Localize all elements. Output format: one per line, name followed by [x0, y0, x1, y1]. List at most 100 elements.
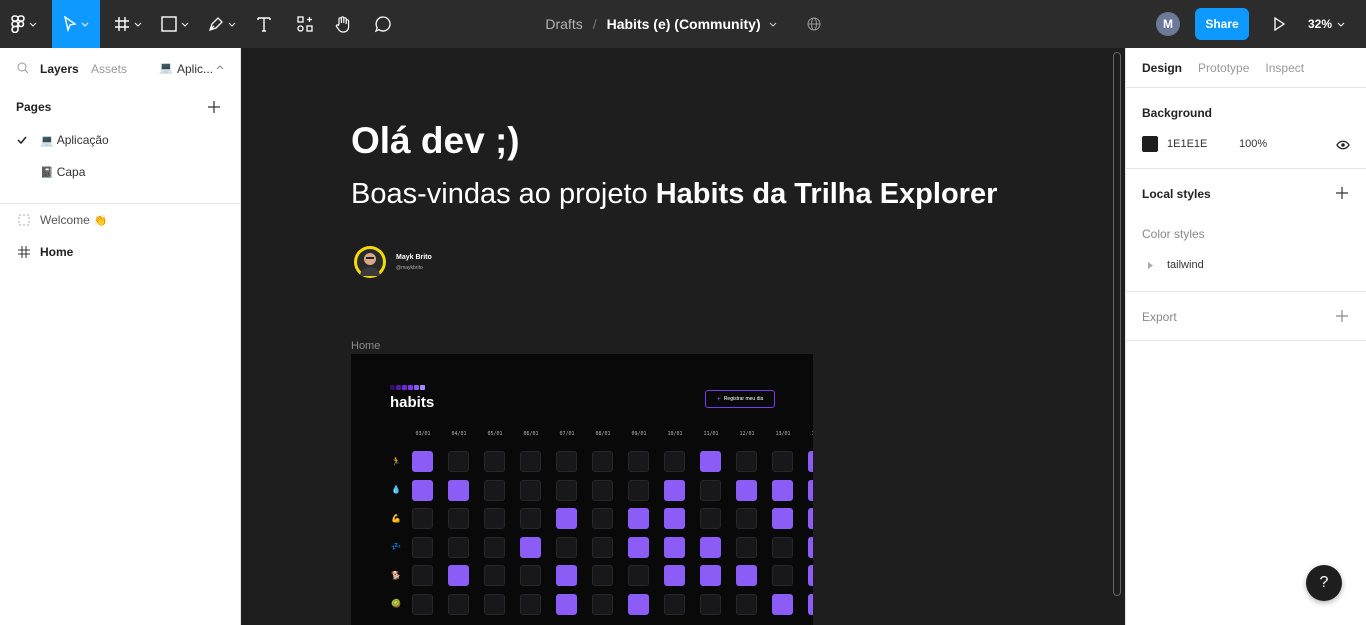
tab-assets[interactable]: Assets: [91, 62, 127, 76]
habit-day-cell[interactable]: [700, 479, 721, 501]
habit-day-cell[interactable]: [520, 508, 541, 529]
caret-right-icon[interactable]: [1148, 262, 1153, 269]
add-style-icon[interactable]: [1335, 186, 1349, 200]
frame-tool-button[interactable]: [108, 0, 148, 48]
habit-day-cell[interactable]: [448, 451, 469, 472]
eye-icon[interactable]: [1336, 140, 1350, 150]
habit-day-cell[interactable]: [412, 508, 433, 529]
habit-day-cell[interactable]: [664, 451, 685, 472]
habit-day-cell[interactable]: [592, 451, 613, 472]
habit-day-cell[interactable]: [448, 479, 469, 501]
habit-day-cell[interactable]: [736, 479, 757, 501]
chevron-up-icon[interactable]: [216, 65, 224, 70]
background-hex[interactable]: 1E1E1E: [1167, 138, 1207, 150]
habit-day-cell[interactable]: [700, 451, 721, 472]
habit-day-cell[interactable]: [700, 536, 721, 558]
habit-day-cell[interactable]: [448, 536, 469, 558]
habit-day-cell[interactable]: [664, 479, 685, 501]
habit-day-cell[interactable]: [736, 593, 757, 615]
habit-day-cell[interactable]: [808, 508, 813, 529]
habit-day-cell[interactable]: [520, 451, 541, 472]
register-day-button[interactable]: + Registrar meu dia: [705, 390, 775, 408]
add-export-icon[interactable]: [1335, 309, 1349, 323]
habit-day-cell[interactable]: [664, 565, 685, 586]
habit-day-cell[interactable]: [592, 479, 613, 501]
page-selector[interactable]: Aplic...: [177, 62, 213, 76]
habit-day-cell[interactable]: [520, 565, 541, 586]
habit-day-cell[interactable]: [772, 593, 793, 615]
habit-day-cell[interactable]: [664, 508, 685, 529]
habit-day-cell[interactable]: [808, 451, 813, 472]
habit-day-cell[interactable]: [736, 536, 757, 558]
habit-day-cell[interactable]: [412, 451, 433, 472]
habit-day-cell[interactable]: [700, 508, 721, 529]
resources-tool-button[interactable]: [288, 0, 322, 48]
shape-tool-button[interactable]: [155, 0, 195, 48]
background-swatch[interactable]: [1142, 136, 1158, 152]
search-icon[interactable]: [17, 62, 29, 74]
habit-day-cell[interactable]: [484, 565, 505, 586]
habit-day-cell[interactable]: [772, 536, 793, 558]
habit-day-cell[interactable]: [772, 508, 793, 529]
habit-day-cell[interactable]: [448, 565, 469, 586]
habit-day-cell[interactable]: [772, 479, 793, 501]
habit-day-cell[interactable]: [484, 508, 505, 529]
breadcrumb-drafts[interactable]: Drafts: [545, 16, 582, 32]
habit-day-cell[interactable]: [592, 536, 613, 558]
home-frame[interactable]: habits + Registrar meu dia 03/01 04/01 05/…: [351, 354, 813, 625]
habit-day-cell[interactable]: [808, 536, 813, 558]
habit-day-cell[interactable]: [520, 479, 541, 501]
habit-day-cell[interactable]: [484, 536, 505, 558]
file-name[interactable]: Habits (e) (Community): [607, 16, 761, 32]
comment-tool-button[interactable]: [366, 0, 400, 48]
habit-day-cell[interactable]: [700, 593, 721, 615]
tab-prototype[interactable]: Prototype: [1198, 61, 1249, 75]
habit-day-cell[interactable]: [484, 479, 505, 501]
text-tool-button[interactable]: [248, 0, 280, 48]
page-item-aplicacao[interactable]: 💻 Aplicação: [0, 124, 240, 156]
tab-design[interactable]: Design: [1142, 61, 1182, 75]
vertical-scrollbar[interactable]: [1113, 52, 1121, 596]
habit-day-cell[interactable]: [556, 451, 577, 472]
habit-day-cell[interactable]: [412, 536, 433, 558]
habit-day-cell[interactable]: [484, 451, 505, 472]
habit-day-cell[interactable]: [736, 565, 757, 586]
habit-day-cell[interactable]: [448, 593, 469, 615]
canvas[interactable]: Olá dev ;) Boas-vindas ao projeto Habits…: [241, 48, 1125, 625]
habit-day-cell[interactable]: [664, 593, 685, 615]
habit-day-cell[interactable]: [412, 565, 433, 586]
habit-day-cell[interactable]: [556, 536, 577, 558]
habit-day-cell[interactable]: [628, 565, 649, 586]
zoom-control[interactable]: 32%: [1308, 0, 1345, 48]
help-button[interactable]: ?: [1306, 565, 1342, 601]
habit-day-cell[interactable]: [808, 479, 813, 501]
habit-day-cell[interactable]: [628, 451, 649, 472]
habit-day-cell[interactable]: [556, 479, 577, 501]
hand-tool-button[interactable]: [326, 0, 360, 48]
share-button[interactable]: Share: [1195, 8, 1249, 40]
habit-day-cell[interactable]: [772, 451, 793, 472]
habit-day-cell[interactable]: [700, 565, 721, 586]
frame-label[interactable]: Home: [351, 340, 380, 352]
habit-day-cell[interactable]: [592, 593, 613, 615]
habit-day-cell[interactable]: [808, 565, 813, 586]
pen-tool-button[interactable]: [200, 0, 244, 48]
habit-day-cell[interactable]: [448, 508, 469, 529]
background-opacity[interactable]: 100%: [1239, 138, 1267, 150]
move-tool-button[interactable]: [52, 0, 100, 48]
habit-day-cell[interactable]: [520, 593, 541, 615]
tab-layers[interactable]: Layers: [40, 62, 79, 76]
habit-day-cell[interactable]: [628, 508, 649, 529]
habit-day-cell[interactable]: [556, 593, 577, 615]
user-avatar[interactable]: M: [1156, 12, 1180, 36]
habit-day-cell[interactable]: [592, 565, 613, 586]
habit-day-cell[interactable]: [520, 536, 541, 558]
tab-inspect[interactable]: Inspect: [1265, 61, 1304, 75]
habit-day-cell[interactable]: [556, 508, 577, 529]
color-style-group[interactable]: tailwind: [1167, 259, 1204, 271]
habit-day-cell[interactable]: [628, 593, 649, 615]
habit-day-cell[interactable]: [736, 508, 757, 529]
habit-day-cell[interactable]: [772, 565, 793, 586]
habit-day-cell[interactable]: [592, 508, 613, 529]
chevron-down-icon[interactable]: [769, 22, 777, 27]
